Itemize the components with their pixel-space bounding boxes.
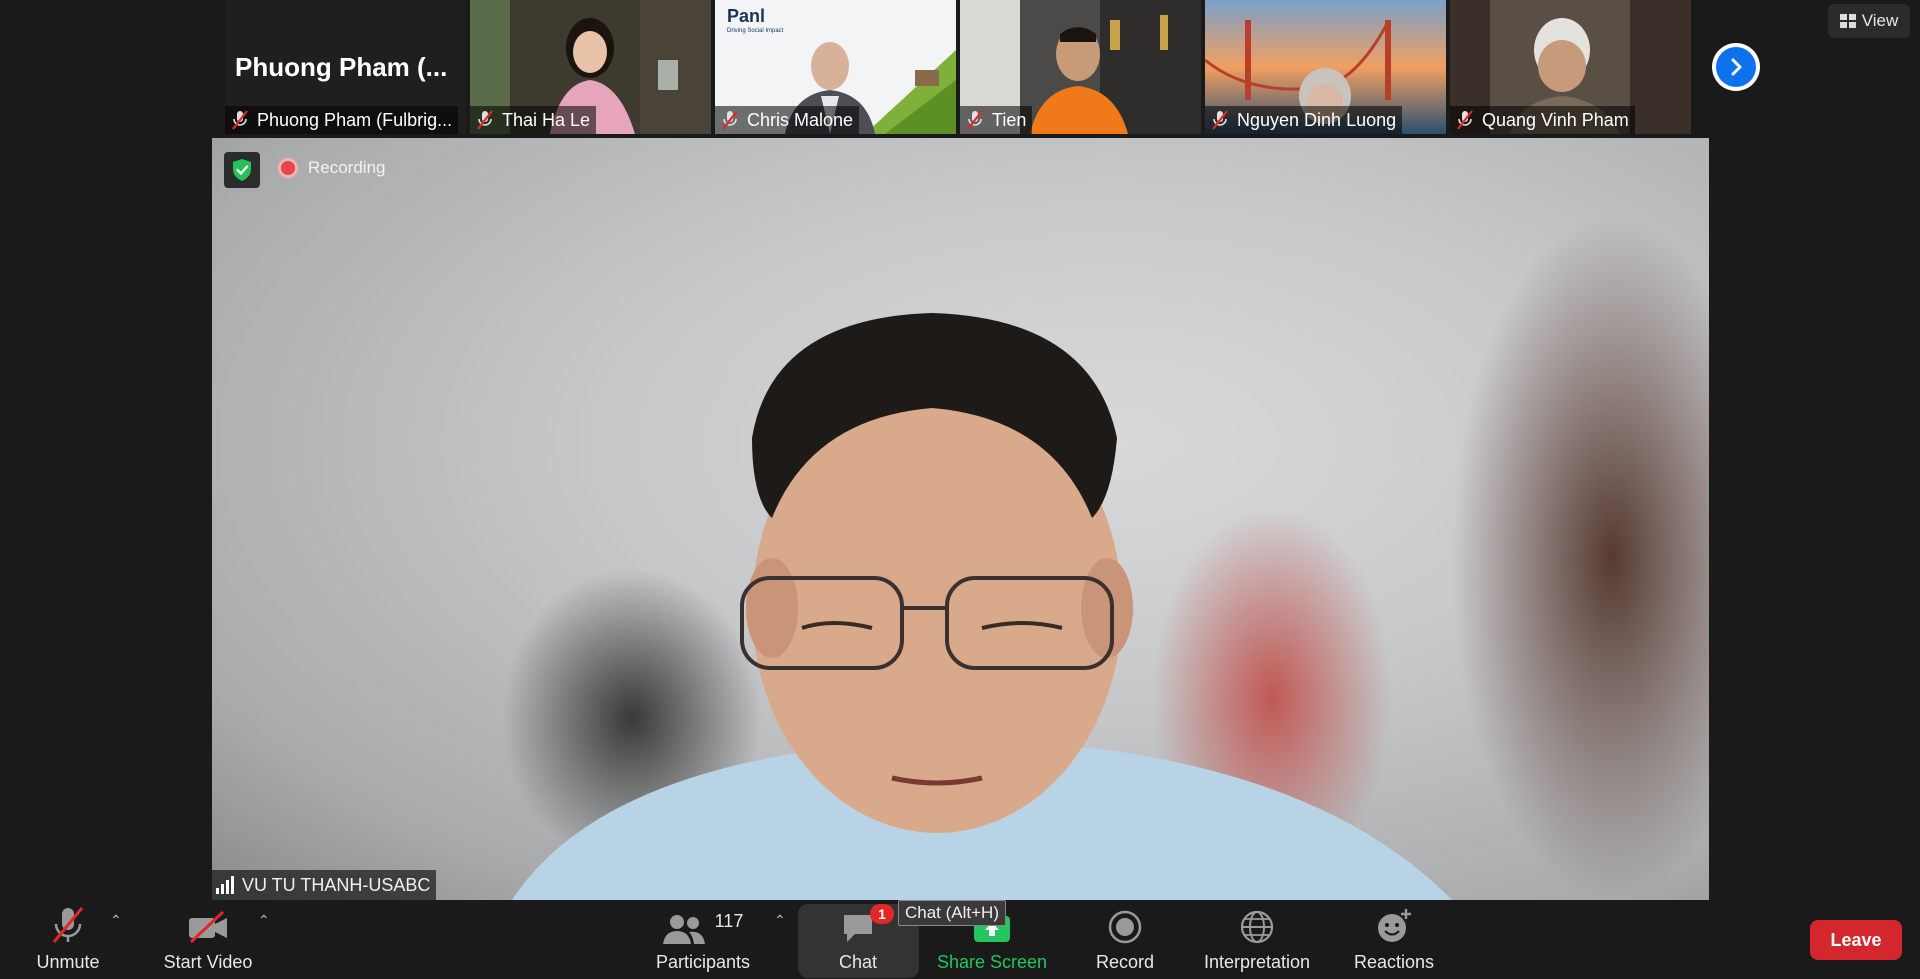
signal-strength-icon xyxy=(216,876,234,894)
participants-count: 117 xyxy=(714,911,744,931)
chat-tooltip: Chat (Alt+H) xyxy=(898,900,1006,926)
participant-name-bar: Tien xyxy=(960,106,1033,134)
record-button[interactable]: Record xyxy=(1080,900,1170,979)
unmute-label: Unmute xyxy=(36,952,100,972)
mic-muted-icon xyxy=(51,900,85,944)
participant-name-bar: Thai Ha Le xyxy=(470,106,597,134)
share-screen-label: Share Screen xyxy=(936,952,1048,972)
interpretation-label: Interpretation xyxy=(1203,952,1311,972)
mic-muted-icon xyxy=(967,110,983,130)
chat-unread-badge: 1 xyxy=(870,904,894,924)
record-icon xyxy=(1108,900,1142,944)
gallery-strip: Phuong Pham (... Phuong Pham (Fulbrig...… xyxy=(225,0,1695,136)
participant-name: Quang Vinh Pham xyxy=(1482,109,1629,130)
speaker-video-frame xyxy=(502,218,1709,900)
participants-icon-group: 117 xyxy=(662,900,744,944)
participant-tile[interactable]: Tien xyxy=(960,0,1201,134)
next-page-button[interactable] xyxy=(1712,43,1760,91)
record-label: Record xyxy=(1095,952,1155,972)
slide-subtitle: Driving Social Impact xyxy=(727,28,784,34)
recording-label: Recording xyxy=(308,158,386,177)
mic-muted-icon xyxy=(477,110,493,130)
participants-label: Participants xyxy=(655,952,751,972)
participants-button[interactable]: 117 Participants xyxy=(648,900,758,979)
participants-options-caret-icon[interactable]: ⌃ xyxy=(774,912,786,929)
active-speaker-video: Recording VU TU THANH-USABC xyxy=(212,138,1709,900)
slide-title: Panl xyxy=(727,6,766,26)
interpretation-button[interactable]: Interpretation xyxy=(1196,900,1318,979)
participants-icon xyxy=(662,915,705,944)
mic-muted-icon xyxy=(722,110,738,130)
participant-name-bar: Phuong Pham (Fulbrig... xyxy=(225,106,459,134)
speaker-name: VU TU THANH-USABC xyxy=(242,874,431,895)
participant-tile[interactable]: Thai Ha Le xyxy=(470,0,711,134)
participant-tile[interactable]: Phuong Pham (... Phuong Pham (Fulbrig... xyxy=(225,0,466,134)
participant-name: Thai Ha Le xyxy=(502,109,591,130)
start-video-label: Start Video xyxy=(163,952,253,972)
participant-name-bar: Nguyen Dinh Luong xyxy=(1205,106,1403,134)
video-options-caret-icon[interactable]: ⌃ xyxy=(258,912,270,929)
participant-name: Nguyen Dinh Luong xyxy=(1237,109,1397,130)
participant-name-bar: Quang Vinh Pham xyxy=(1450,106,1635,134)
smiley-add-icon xyxy=(1376,900,1412,944)
start-video-button[interactable]: Start Video xyxy=(158,900,258,979)
mic-muted-icon xyxy=(1457,110,1473,130)
chat-bubble-icon xyxy=(841,900,875,944)
leave-button[interactable]: Leave xyxy=(1810,920,1902,960)
mic-muted-icon xyxy=(1212,110,1228,130)
view-button[interactable]: View xyxy=(1828,4,1910,38)
participant-display-name: Phuong Pham (... xyxy=(235,52,448,82)
recording-indicator[interactable]: Recording xyxy=(278,158,386,178)
audio-options-caret-icon[interactable]: ⌃ xyxy=(110,912,122,929)
security-shield-icon[interactable] xyxy=(224,152,260,188)
participant-name-bar: Chris Malone xyxy=(715,106,860,134)
participant-tile[interactable]: Panl Driving Social Impact Chris Malone xyxy=(715,0,956,134)
mic-muted-icon xyxy=(232,110,248,130)
video-off-icon xyxy=(187,900,229,944)
view-label: View xyxy=(1861,11,1899,30)
participant-tile[interactable]: Nguyen Dinh Luong xyxy=(1205,0,1446,134)
unmute-button[interactable]: Unmute xyxy=(28,900,108,979)
chevron-right-icon xyxy=(1716,47,1756,87)
chat-label: Chat xyxy=(838,952,878,972)
speaker-name-bar: VU TU THANH-USABC xyxy=(212,870,437,900)
reactions-button[interactable]: Reactions xyxy=(1344,900,1444,979)
globe-icon xyxy=(1240,900,1274,944)
chat-button[interactable]: 1 Chat xyxy=(808,900,908,979)
reactions-label: Reactions xyxy=(1353,952,1435,972)
participant-name: Chris Malone xyxy=(747,109,854,130)
recording-dot-icon xyxy=(278,158,298,178)
participant-name: Tien xyxy=(992,109,1027,130)
participant-name: Phuong Pham (Fulbrig... xyxy=(257,109,453,130)
grid-icon xyxy=(1839,14,1856,28)
participant-tile[interactable]: Quang Vinh Pham xyxy=(1450,0,1691,134)
